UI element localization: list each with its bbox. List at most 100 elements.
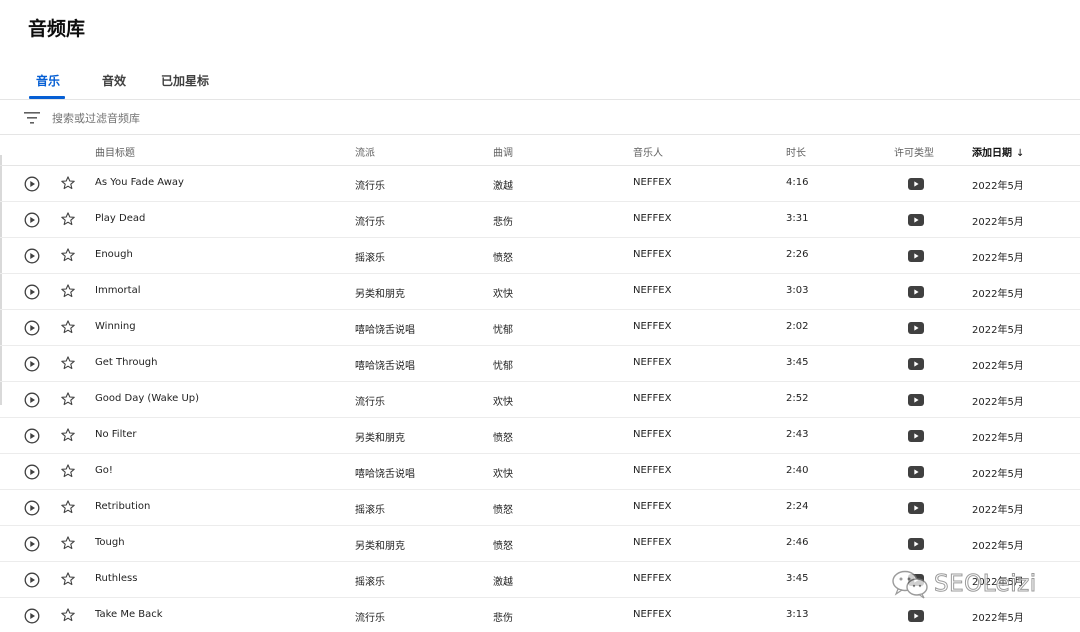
youtube-license-icon [908, 322, 924, 334]
header-genre[interactable]: 流派 [355, 144, 375, 159]
track-duration: 2:43 [786, 429, 809, 440]
active-tab-indicator [29, 96, 65, 99]
track-title: Immortal [95, 285, 141, 296]
table-row[interactable]: Take Me Back 流行乐 悲伤 NEFFEX 3:13 2022年5月 [0, 598, 1080, 632]
table-row[interactable]: Good Day (Wake Up) 流行乐 欢快 NEFFEX 2:52 2022年5月 [0, 382, 1080, 418]
track-mood: 愤怒 [493, 541, 513, 552]
play-icon[interactable] [24, 284, 40, 300]
star-icon[interactable] [60, 391, 76, 407]
play-icon[interactable] [24, 464, 40, 480]
header-duration[interactable]: 时长 [786, 144, 806, 159]
youtube-license-icon [908, 358, 924, 370]
play-icon[interactable] [24, 356, 40, 372]
play-icon[interactable] [24, 572, 40, 588]
track-date-added: 2022年5月 [972, 217, 1024, 228]
star-icon[interactable] [60, 463, 76, 479]
star-icon[interactable] [60, 571, 76, 587]
track-artist: NEFFEX [633, 393, 672, 404]
track-artist: NEFFEX [633, 429, 672, 440]
track-genre: 另类和朋克 [355, 541, 405, 552]
track-duration: 2:02 [786, 321, 809, 332]
track-date-added: 2022年5月 [972, 325, 1024, 336]
track-date-added: 2022年5月 [972, 433, 1024, 444]
filter-search-input[interactable] [52, 108, 452, 128]
track-artist: NEFFEX [633, 321, 672, 332]
header-date-added[interactable]: 添加日期 ↓ [972, 144, 1024, 159]
track-mood: 欢快 [493, 397, 513, 408]
track-mood: 愤怒 [493, 505, 513, 516]
star-icon[interactable] [60, 355, 76, 371]
track-duration: 3:45 [786, 357, 809, 368]
track-artist: NEFFEX [633, 465, 672, 476]
star-icon[interactable] [60, 607, 76, 623]
track-duration: 3:13 [786, 609, 809, 620]
star-icon[interactable] [60, 211, 76, 227]
filter-icon[interactable] [24, 111, 40, 125]
tab-starred[interactable]: 已加星标 [161, 72, 209, 89]
track-duration: 2:24 [786, 501, 809, 512]
track-date-added: 2022年5月 [972, 253, 1024, 264]
youtube-license-icon [908, 538, 924, 550]
tab-music[interactable]: 音乐 [36, 72, 60, 89]
table-row[interactable]: Get Through 嘻哈饶舌说唱 忧郁 NEFFEX 3:45 2022年5月 [0, 346, 1080, 382]
track-mood: 激越 [493, 181, 513, 192]
table-row[interactable]: Winning 嘻哈饶舌说唱 忧郁 NEFFEX 2:02 2022年5月 [0, 310, 1080, 346]
track-mood: 忧郁 [493, 361, 513, 372]
header-artist[interactable]: 音乐人 [633, 144, 663, 159]
star-icon[interactable] [60, 319, 76, 335]
star-icon[interactable] [60, 247, 76, 263]
track-mood: 欢快 [493, 469, 513, 480]
track-date-added: 2022年5月 [972, 613, 1024, 624]
play-icon[interactable] [24, 500, 40, 516]
track-title: Enough [95, 249, 133, 260]
star-icon[interactable] [60, 283, 76, 299]
table-row[interactable]: No Filter 另类和朋克 愤怒 NEFFEX 2:43 2022年5月 [0, 418, 1080, 454]
youtube-license-icon [908, 502, 924, 514]
track-artist: NEFFEX [633, 573, 672, 584]
table-row[interactable]: Go! 嘻哈饶舌说唱 欢快 NEFFEX 2:40 2022年5月 [0, 454, 1080, 490]
star-icon[interactable] [60, 175, 76, 191]
table-row[interactable]: Retribution 摇滚乐 愤怒 NEFFEX 2:24 2022年5月 [0, 490, 1080, 526]
track-title: Take Me Back [95, 609, 163, 620]
track-title: Winning [95, 321, 136, 332]
track-genre: 另类和朋克 [355, 289, 405, 300]
track-genre: 嘻哈饶舌说唱 [355, 325, 415, 336]
play-icon[interactable] [24, 392, 40, 408]
track-mood: 激越 [493, 577, 513, 588]
play-icon[interactable] [24, 428, 40, 444]
star-icon[interactable] [60, 499, 76, 515]
track-genre: 流行乐 [355, 613, 385, 624]
track-artist: NEFFEX [633, 249, 672, 260]
track-genre: 摇滚乐 [355, 253, 385, 264]
play-icon[interactable] [24, 176, 40, 192]
youtube-license-icon [908, 610, 924, 622]
track-duration: 2:40 [786, 465, 809, 476]
table-row[interactable]: As You Fade Away 流行乐 激越 NEFFEX 4:16 2022年5月 [0, 166, 1080, 202]
track-mood: 愤怒 [493, 433, 513, 444]
play-icon[interactable] [24, 536, 40, 552]
play-icon[interactable] [24, 248, 40, 264]
star-icon[interactable] [60, 427, 76, 443]
table-row[interactable]: Immortal 另类和朋克 欢快 NEFFEX 3:03 2022年5月 [0, 274, 1080, 310]
tab-sound-effects[interactable]: 音效 [102, 72, 126, 89]
header-license[interactable]: 许可类型 [894, 144, 934, 159]
header-title[interactable]: 曲目标题 [95, 144, 135, 159]
watermark-text: SEOLeizi [934, 571, 1037, 598]
track-list: As You Fade Away 流行乐 激越 NEFFEX 4:16 2022年5月 Pl… [0, 166, 1080, 632]
track-title: Tough [95, 537, 125, 548]
table-row[interactable]: Play Dead 流行乐 悲伤 NEFFEX 3:31 2022年5月 [0, 202, 1080, 238]
track-date-added: 2022年5月 [972, 181, 1024, 192]
play-icon[interactable] [24, 320, 40, 336]
table-row[interactable]: Enough 摇滚乐 愤怒 NEFFEX 2:26 2022年5月 [0, 238, 1080, 274]
table-row[interactable]: Tough 另类和朋克 愤怒 NEFFEX 2:46 2022年5月 [0, 526, 1080, 562]
track-title: No Filter [95, 429, 137, 440]
track-artist: NEFFEX [633, 609, 672, 620]
header-mood[interactable]: 曲调 [493, 144, 513, 159]
play-icon[interactable] [24, 608, 40, 624]
youtube-license-icon [908, 286, 924, 298]
tab-bar: 音乐 音效 已加星标 [0, 66, 1080, 100]
track-genre: 流行乐 [355, 397, 385, 408]
track-duration: 3:03 [786, 285, 809, 296]
star-icon[interactable] [60, 535, 76, 551]
play-icon[interactable] [24, 212, 40, 228]
